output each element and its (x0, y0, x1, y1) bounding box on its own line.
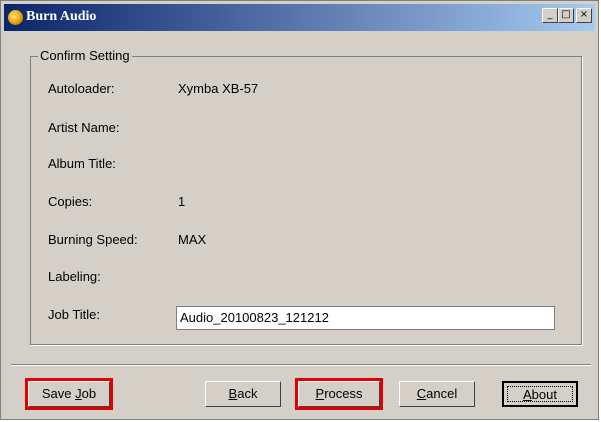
confirm-setting-group (30, 56, 582, 345)
copies-value: 1 (178, 194, 186, 209)
group-legend: Confirm Setting (38, 48, 132, 63)
about-button[interactable]: About (502, 381, 578, 407)
process-button[interactable]: Process (295, 378, 383, 410)
copies-label: Copies: (48, 194, 93, 209)
save-job-button[interactable]: Save Job (25, 378, 113, 410)
window-title: Burn Audio (26, 9, 97, 24)
separator (11, 364, 591, 366)
autoloader-value: Xymba XB-57 (178, 81, 259, 96)
cancel-button[interactable]: Cancel (399, 381, 475, 407)
burning-speed-value: MAX (178, 232, 207, 247)
maximize-button[interactable]: □ (558, 8, 574, 23)
album-title-label: Album Title: (48, 156, 116, 171)
about-focus-rect: About (507, 386, 573, 402)
labeling-label: Labeling: (48, 269, 101, 284)
minimize-button[interactable]: _ (542, 8, 558, 23)
title-bar[interactable]: Burn Audio _ □ × (4, 4, 595, 31)
job-title-label: Job Title: (48, 307, 101, 322)
burning-speed-label: Burning Speed: (48, 232, 138, 247)
autoloader-label: Autoloader: (48, 81, 115, 96)
close-button[interactable]: × (576, 8, 592, 23)
job-title-input[interactable]: Audio_20100823_121212 (176, 306, 555, 330)
burn-audio-window: Burn Audio _ □ × Confirm Setting Autoloa… (0, 0, 599, 420)
app-icon (8, 10, 23, 25)
artist-name-label: Artist Name: (48, 120, 120, 135)
back-button[interactable]: Back (205, 381, 281, 407)
